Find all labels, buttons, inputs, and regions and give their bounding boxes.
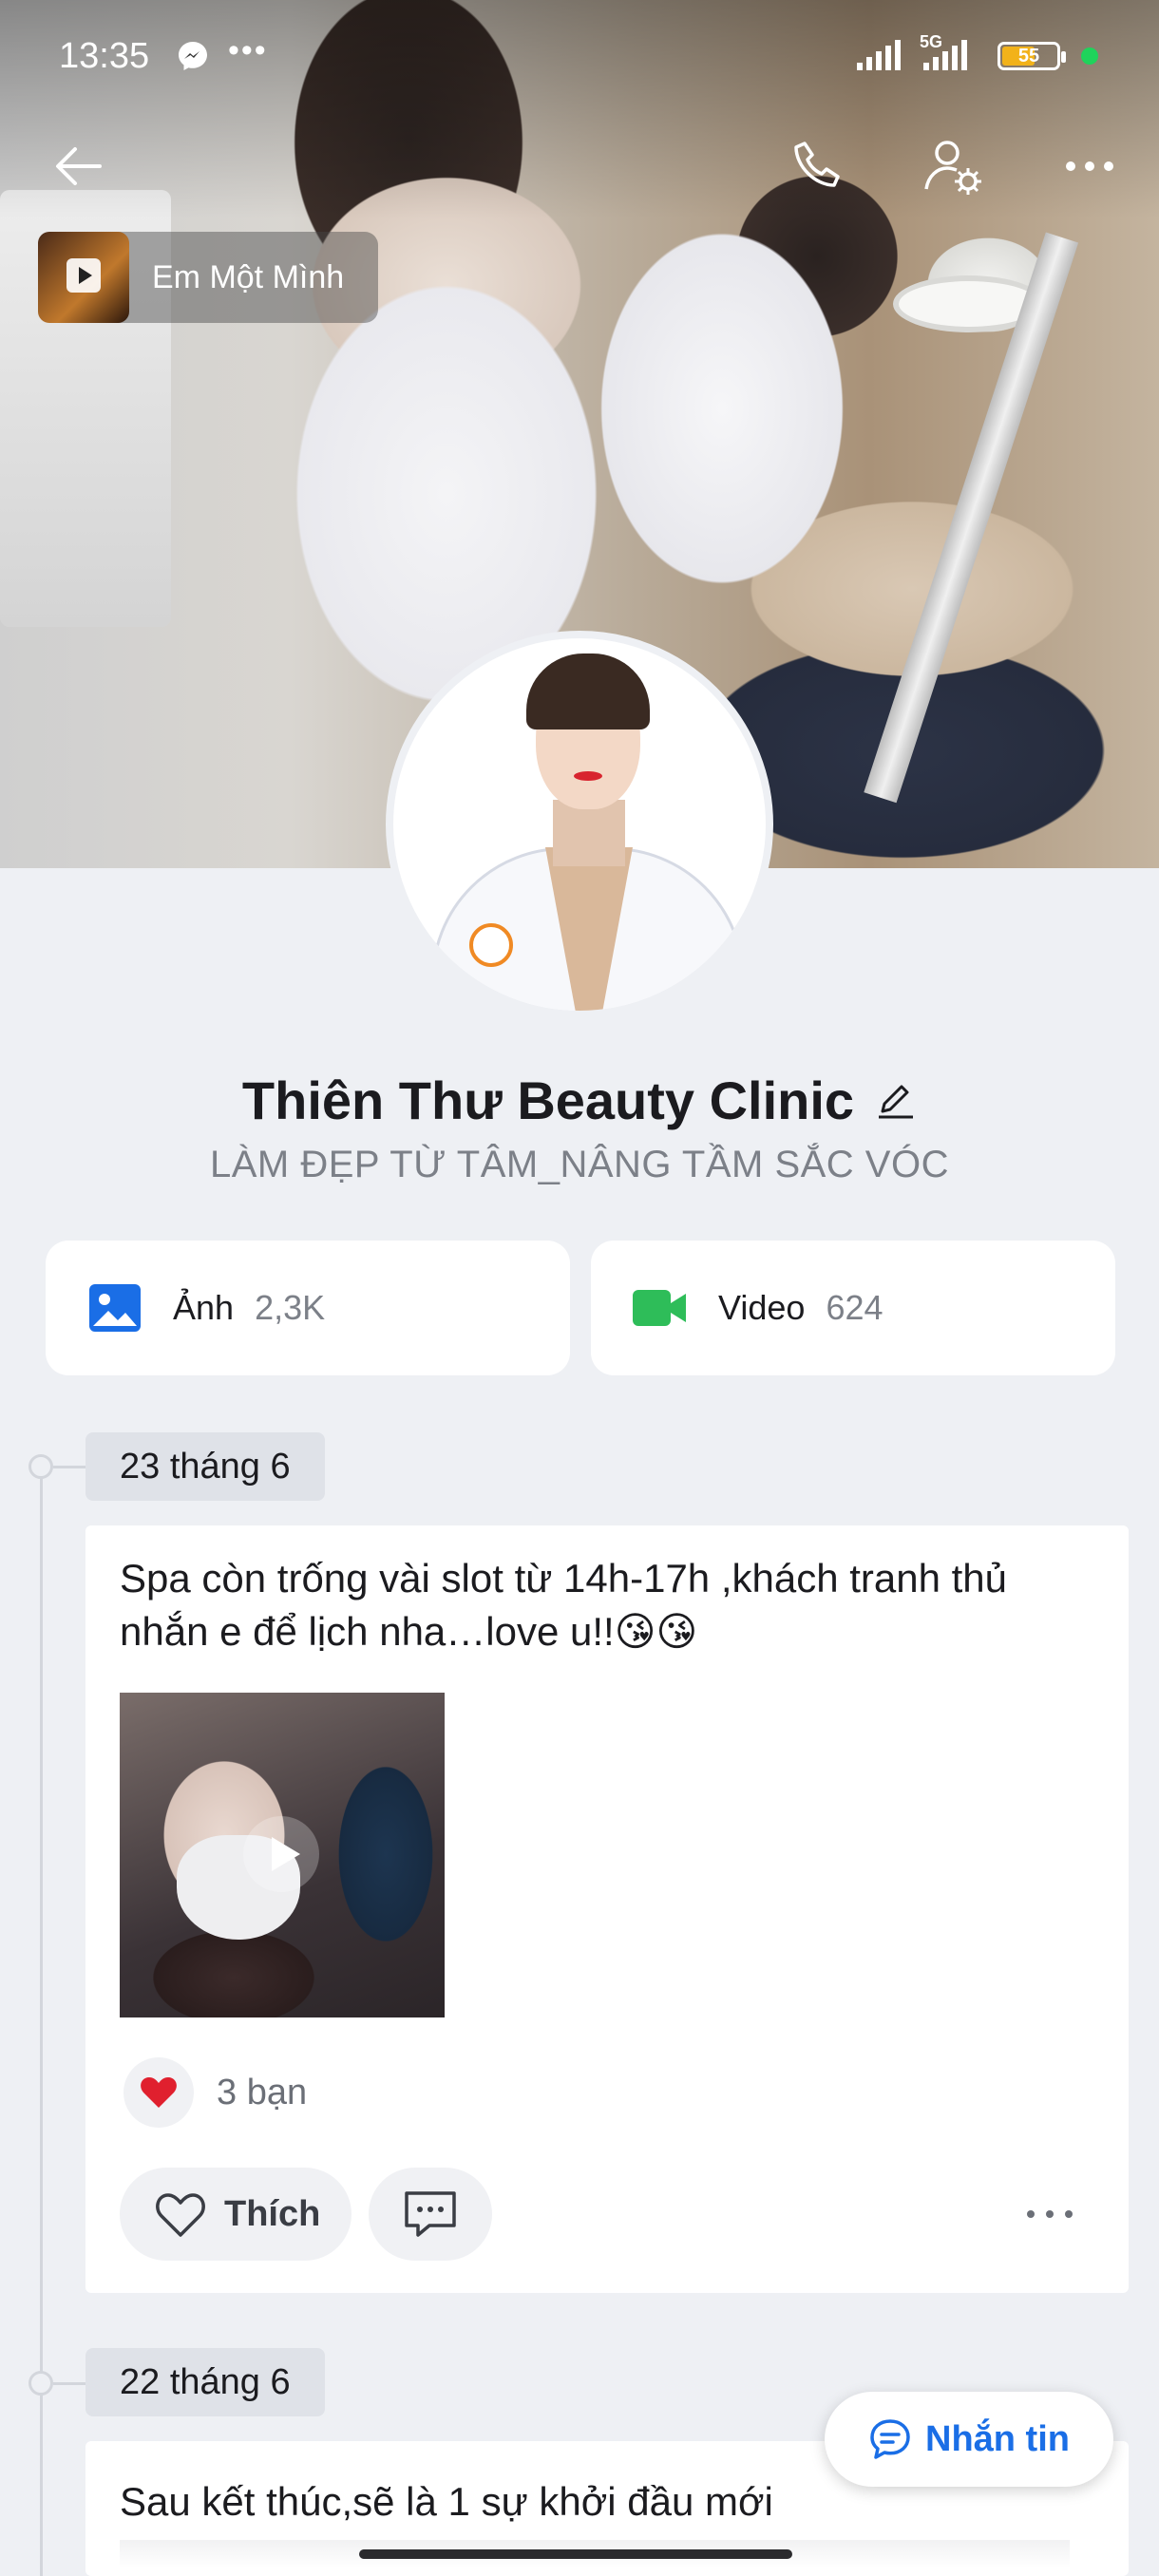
signal-icon — [857, 40, 901, 70]
message-button[interactable]: Nhắn tin — [825, 2392, 1113, 2487]
profile-slogan: LÀM ĐẸP TỪ TÂM_NÂNG TẦM SẮC VÓC — [210, 1144, 949, 1185]
user-settings-button[interactable] — [920, 133, 986, 199]
videos-count: 624 — [826, 1288, 884, 1327]
reaction-count: 3 bạn — [217, 2072, 308, 2112]
call-button[interactable] — [785, 133, 851, 199]
status-bar: 13:35 ••• 5G 55 — [0, 28, 1159, 85]
post-text: Sau kết thúc,sẽ là 1 sự khởi đầu mới — [120, 2479, 773, 2524]
back-arrow-icon — [56, 147, 102, 185]
pencil-icon[interactable] — [875, 1079, 917, 1121]
home-indicator[interactable] — [359, 2549, 792, 2559]
post-more-button[interactable] — [1016, 2190, 1083, 2238]
post-video-thumbnail[interactable] — [120, 1693, 445, 2017]
videos-label: Video — [718, 1288, 806, 1327]
more-horizontal-icon — [1066, 161, 1113, 171]
battery-icon: 55 — [998, 42, 1066, 70]
date-chip: 23 tháng 6 — [86, 1432, 325, 1501]
phone-icon — [794, 142, 840, 187]
heart-icon — [124, 2057, 194, 2128]
like-button[interactable]: Thích — [120, 2168, 352, 2261]
videos-card[interactable]: Video 624 — [591, 1241, 1115, 1375]
timeline-tick — [53, 1466, 86, 1468]
reaction-summary[interactable]: 3 bạn — [124, 2057, 307, 2128]
message-label: Nhắn tin — [925, 2418, 1070, 2459]
back-button[interactable] — [46, 133, 112, 199]
timeline-dot — [28, 2371, 53, 2396]
profile-name: Thiên Thư Beauty Clinic — [241, 1070, 855, 1130]
play-icon[interactable] — [243, 1816, 319, 1892]
comment-icon — [405, 2191, 456, 2237]
heart-glyph — [141, 2077, 177, 2108]
status-time: 13:35 — [59, 36, 150, 76]
signal-icon-2 — [923, 40, 967, 70]
avatar-hair — [526, 653, 650, 729]
date-chip: 22 tháng 6 — [86, 2348, 325, 2416]
user-settings-icon — [924, 141, 981, 195]
play-icon — [66, 258, 101, 293]
music-cover — [38, 232, 129, 323]
avatar[interactable] — [386, 631, 773, 1018]
avatar-neck — [553, 800, 625, 866]
heart-outline-icon — [156, 2193, 205, 2237]
avatar-lips — [574, 771, 602, 781]
timeline-tick — [53, 2382, 86, 2385]
like-label: Thích — [224, 2193, 321, 2234]
music-title: Em Một Mình — [152, 258, 345, 295]
more-dots-icon: ••• — [228, 32, 268, 68]
timeline-dot — [28, 1454, 53, 1479]
photos-card[interactable]: Ảnh 2,3K — [46, 1241, 570, 1375]
video-camera-icon — [633, 1290, 686, 1326]
photos-count: 2,3K — [255, 1288, 326, 1327]
avatar-logo-badge — [469, 923, 513, 967]
profile-name-row: Thiên Thư Beauty Clinic — [0, 1062, 1159, 1138]
battery-level: 55 — [1017, 46, 1040, 66]
chat-bubble-icon — [870, 2419, 910, 2459]
timeline-line — [40, 1467, 43, 2576]
profile-music[interactable]: Em Một Mình — [38, 232, 378, 323]
comment-button[interactable] — [369, 2168, 492, 2261]
messenger-icon — [179, 42, 207, 70]
feed-post[interactable]: Spa còn trống vài slot từ 14h-17h ,khách… — [86, 1525, 1129, 2293]
more-button[interactable] — [1056, 133, 1123, 199]
photos-label: Ảnh — [173, 1288, 235, 1327]
more-horizontal-icon — [1027, 2210, 1073, 2218]
post-text: Spa còn trống vài slot từ 14h-17h ,khách… — [120, 1556, 1008, 1654]
image-icon — [89, 1284, 141, 1332]
privacy-indicator — [1081, 47, 1098, 65]
